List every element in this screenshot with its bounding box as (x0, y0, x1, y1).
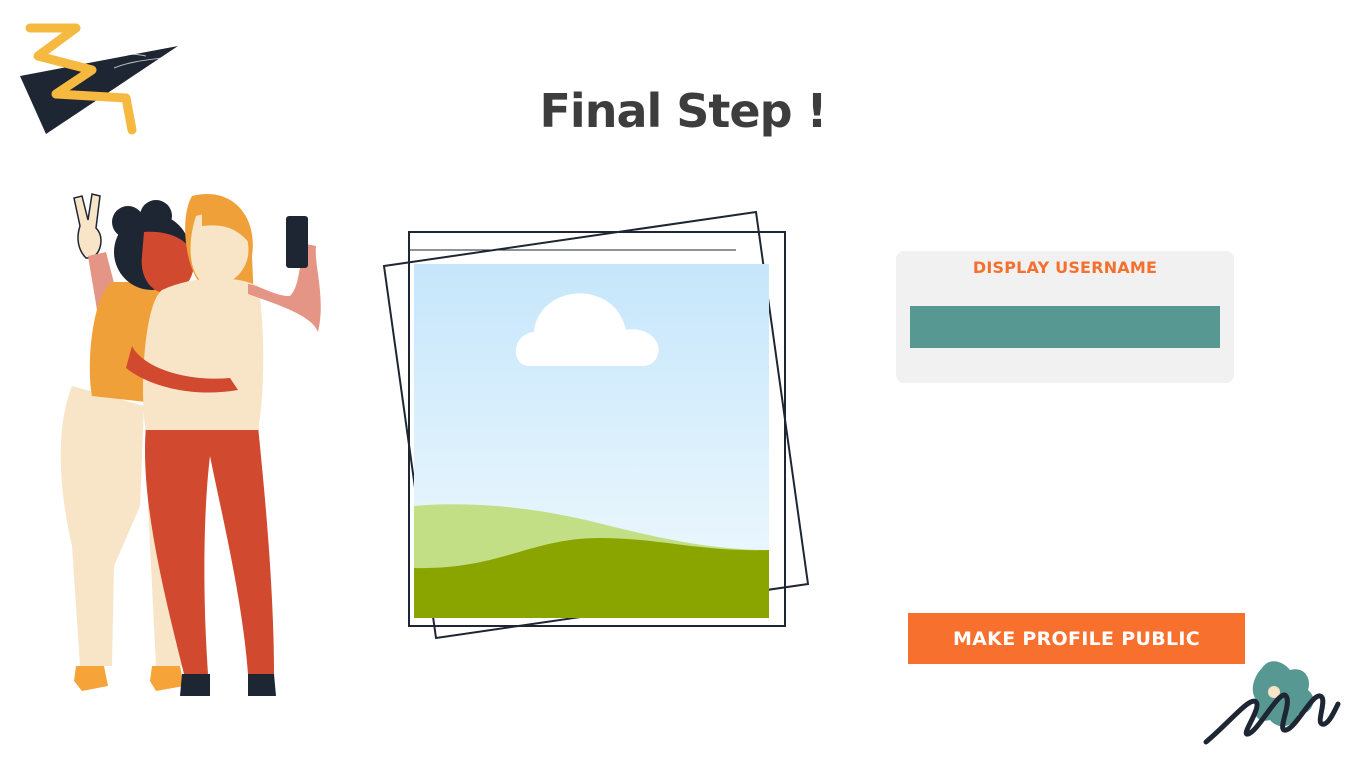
make-profile-public-button[interactable]: MAKE PROFILE PUBLIC (908, 613, 1245, 664)
username-card: DISPLAY USERNAME (896, 251, 1234, 383)
signature-scribble-icon (1203, 661, 1341, 745)
final-step-page: Final Step ! DISPLAY USERNAME MAKE PROFI… (0, 0, 1366, 768)
selfie-couple-icon (60, 193, 321, 696)
page-title: Final Step ! (539, 84, 828, 138)
photo-placeholder-icon (382, 210, 810, 640)
display-username-label: DISPLAY USERNAME (972, 258, 1158, 277)
username-input[interactable] (910, 306, 1220, 348)
